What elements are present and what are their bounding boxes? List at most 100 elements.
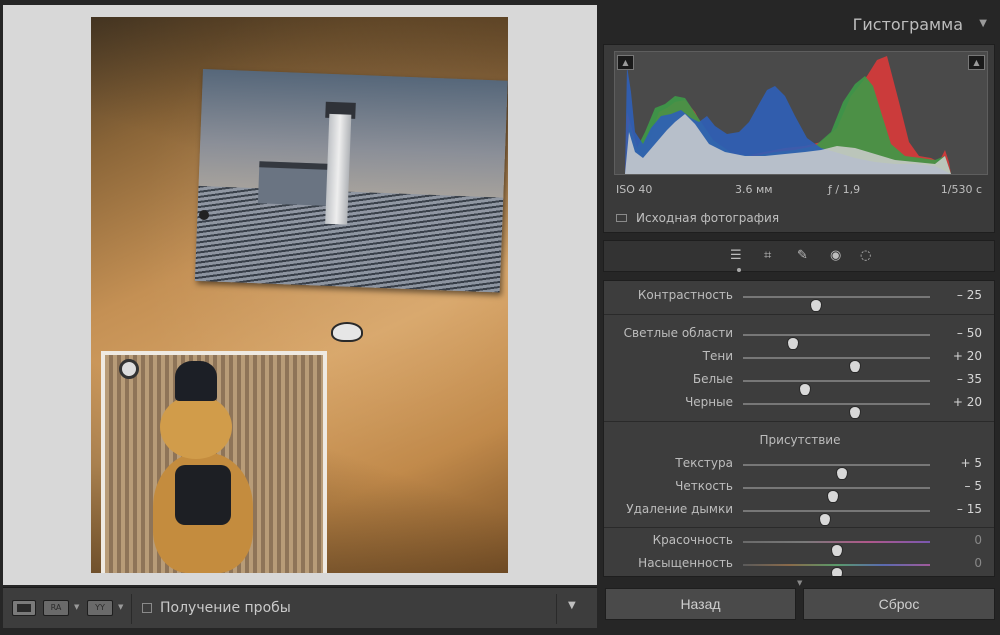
- chevron-down-icon[interactable]: ▼: [74, 603, 79, 611]
- before-after-split-button[interactable]: YY: [87, 600, 113, 616]
- clarity-row: Четкость – 5: [604, 477, 994, 503]
- focal-length: 3.6 мм: [735, 183, 773, 196]
- histogram-graph[interactable]: ▲ ▲: [614, 51, 988, 175]
- texture-value[interactable]: + 5: [960, 456, 982, 470]
- sliders-icon[interactable]: ☰: [730, 248, 742, 263]
- aperture-value: ƒ / 1,9: [828, 183, 861, 196]
- dehaze-label: Удаление дымки: [626, 502, 733, 516]
- collapse-triangle-icon[interactable]: ▼: [979, 18, 987, 29]
- reset-button[interactable]: Сброс: [803, 588, 995, 620]
- toolbar-divider: [131, 594, 132, 624]
- tool-strip: ☰ ⌗ ✎ ◉ ◌: [603, 240, 995, 272]
- whites-slider[interactable]: [743, 380, 930, 396]
- section-divider: [604, 421, 994, 422]
- lighthouse-postcard: [194, 69, 508, 293]
- vibrance-label: Красочность: [652, 533, 733, 547]
- photo-canvas[interactable]: [3, 5, 597, 585]
- toolbar-menu-icon[interactable]: ▼: [568, 600, 576, 611]
- whites-label: Белые: [692, 372, 733, 386]
- postcard-cliff: [194, 185, 504, 293]
- pushpin: [199, 210, 209, 220]
- saturation-label: Насыщенность: [638, 556, 733, 570]
- contrast-row: Контрастность – 25: [604, 286, 994, 312]
- texture-label: Текстура: [675, 456, 733, 470]
- shadow-clipping-icon[interactable]: ▲: [617, 55, 634, 70]
- saturation-slider[interactable]: [743, 564, 930, 576]
- chevron-down-icon[interactable]: ▼: [118, 603, 123, 611]
- texture-slider[interactable]: [743, 464, 930, 480]
- clarity-label: Четкость: [675, 479, 733, 493]
- dehaze-row: Удаление дымки – 15: [604, 500, 994, 526]
- highlights-slider[interactable]: [743, 334, 930, 350]
- original-photo-label: Исходная фотография: [636, 211, 780, 225]
- vibrance-value[interactable]: 0: [974, 533, 982, 547]
- blacks-label: Черные: [685, 395, 733, 409]
- postcard-lighthouse: [325, 113, 352, 225]
- postcard-house: [257, 161, 330, 206]
- highlights-row: Светлые области – 50: [604, 324, 994, 350]
- histogram-header[interactable]: Гистограмма ▼: [600, 8, 997, 41]
- saturation-value[interactable]: 0: [974, 556, 982, 570]
- teddy-bear-card: [101, 351, 327, 573]
- soft-proof-label[interactable]: Получение пробы: [160, 600, 291, 616]
- dehaze-value[interactable]: – 15: [957, 502, 982, 516]
- dehaze-slider[interactable]: [743, 510, 930, 526]
- back-button[interactable]: Назад: [605, 588, 796, 620]
- bear-head: [160, 395, 232, 459]
- mask-icon[interactable]: ◌: [860, 248, 871, 263]
- blacks-row: Черные + 20: [604, 393, 994, 419]
- bottom-toolbar: RA ▼ YY ▼ Получение пробы ▼: [3, 587, 597, 628]
- contrast-slider-thumb[interactable]: [809, 299, 822, 312]
- blacks-slider-thumb[interactable]: [849, 406, 862, 419]
- blacks-value[interactable]: + 20: [953, 395, 982, 409]
- saturation-slider-thumb[interactable]: [830, 567, 843, 576]
- highlight-clipping-icon[interactable]: ▲: [968, 55, 985, 70]
- clarity-value[interactable]: – 5: [965, 479, 982, 493]
- histogram-chart: [625, 56, 951, 174]
- shadows-row: Тени + 20: [604, 347, 994, 373]
- section-divider: [604, 314, 994, 315]
- saturation-row: Насыщенность 0: [604, 554, 994, 576]
- presence-title: Присутствие: [759, 433, 841, 447]
- active-tool-indicator: [737, 268, 741, 272]
- pushpin: [119, 359, 139, 379]
- highlights-value[interactable]: – 50: [957, 326, 982, 340]
- crop-icon[interactable]: ⌗: [764, 248, 771, 263]
- healing-icon[interactable]: ✎: [797, 248, 808, 263]
- whites-value[interactable]: – 35: [957, 372, 982, 386]
- bear-vest: [175, 465, 231, 525]
- vibrance-slider[interactable]: [743, 541, 930, 557]
- blacks-slider[interactable]: [743, 403, 930, 419]
- clarity-slider[interactable]: [743, 487, 930, 503]
- contrast-label: Контрастность: [637, 288, 733, 302]
- pushpin-clip: [331, 322, 363, 342]
- contrast-slider[interactable]: [743, 296, 930, 312]
- develop-panel: Гистограмма ▼ ▲ ▲ ISO 40 3.6 мм ƒ / 1,9 …: [600, 0, 1000, 635]
- bear-hat: [175, 361, 217, 401]
- vibrance-row: Красочность 0: [604, 531, 994, 557]
- whites-row: Белые – 35: [604, 370, 994, 396]
- before-after-button[interactable]: RA: [43, 600, 69, 616]
- shutter-speed: 1/530 с: [940, 183, 982, 196]
- redeye-icon[interactable]: ◉: [830, 248, 841, 263]
- loupe-view-glyph: [17, 604, 31, 612]
- original-photo-checkbox[interactable]: [616, 214, 627, 222]
- shadows-value[interactable]: + 20: [953, 349, 982, 363]
- shadows-label: Тени: [702, 349, 733, 363]
- highlights-label: Светлые области: [623, 326, 733, 340]
- iso-value: ISO 40: [616, 183, 653, 196]
- section-divider: [604, 527, 994, 528]
- soft-proof-checkbox[interactable]: [142, 603, 152, 613]
- dehaze-slider-thumb[interactable]: [819, 513, 832, 526]
- panel-scroll-down-icon[interactable]: ▼: [797, 579, 802, 587]
- loupe-view-icon[interactable]: [12, 600, 36, 616]
- texture-row: Текстура + 5: [604, 454, 994, 480]
- original-photo-toggle[interactable]: Исходная фотография: [616, 211, 779, 225]
- toolbar-divider: [556, 594, 557, 624]
- shadows-slider[interactable]: [743, 357, 930, 373]
- histogram-panel: ▲ ▲ ISO 40 3.6 мм ƒ / 1,9 1/530 с Исходн…: [603, 44, 995, 233]
- contrast-value[interactable]: – 25: [957, 288, 982, 302]
- histogram-title[interactable]: Гистограмма: [853, 15, 963, 34]
- photo-preview[interactable]: [91, 17, 508, 573]
- basic-adjustments-panel: Контрастность – 25 Светлые области – 50 …: [603, 280, 995, 577]
